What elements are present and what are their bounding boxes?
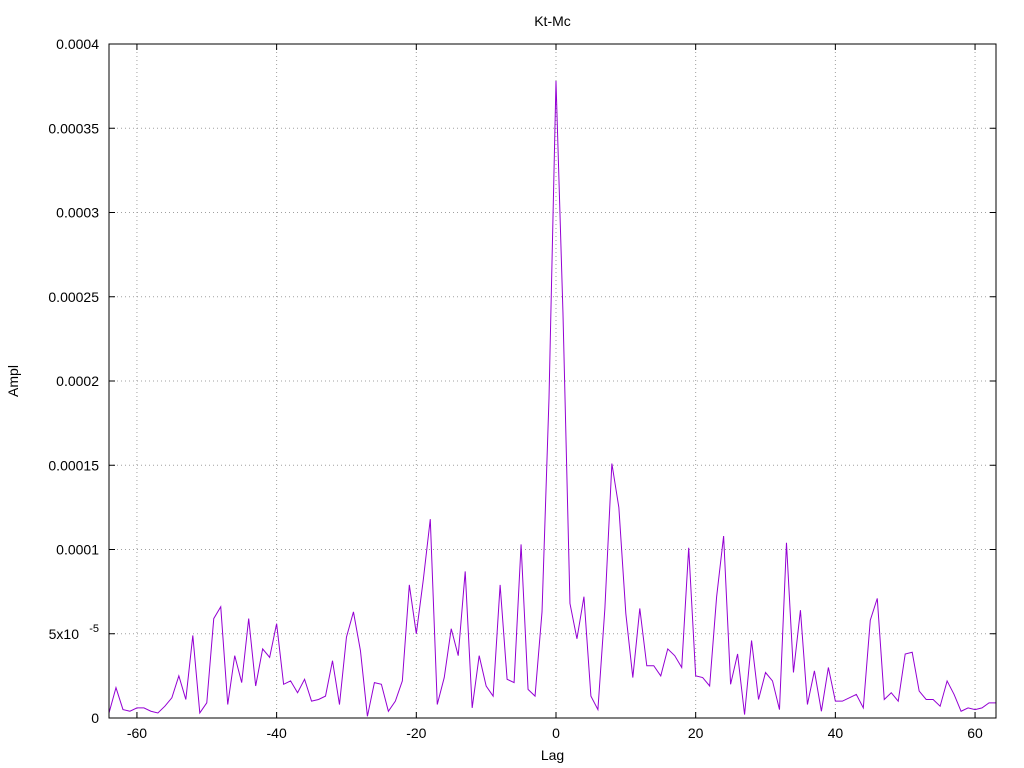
x-tick-label: -40 bbox=[267, 725, 287, 741]
y-tick-label: 0.0002 bbox=[56, 373, 99, 389]
grid bbox=[109, 44, 996, 718]
y-tick-label: 0.00035 bbox=[48, 120, 99, 136]
y-tick-label: 5x10 bbox=[49, 626, 80, 642]
plot-frame bbox=[108, 43, 997, 719]
tick-labels: -60 -40 -20 0 20 40 60 0 5x10 -5 0.0001 0.00015 0.00… bbox=[48, 36, 983, 741]
chart: -60 -40 -20 0 20 40 60 0 5x10 -5 0.0001 0.00015 0.00… bbox=[5, 13, 997, 763]
ticks bbox=[109, 43, 996, 719]
y-tick-label: 0 bbox=[91, 710, 99, 726]
series-layer bbox=[108, 81, 996, 717]
y-tick-exponent: -5 bbox=[89, 623, 99, 635]
series-line-0 bbox=[108, 81, 996, 717]
x-tick-label: -20 bbox=[406, 725, 426, 741]
x-tick-label: 20 bbox=[688, 725, 704, 741]
y-tick-label: 0.0004 bbox=[56, 36, 99, 52]
x-tick-label: 60 bbox=[967, 725, 983, 741]
y-tick-label: 0.00025 bbox=[48, 289, 99, 305]
x-tick-label: 40 bbox=[828, 725, 844, 741]
y-axis-title: Ampl bbox=[5, 365, 21, 397]
y-tick-label: 0.0001 bbox=[56, 542, 99, 558]
chart-title: Kt-Mc bbox=[534, 13, 571, 29]
x-tick-label: -60 bbox=[127, 725, 147, 741]
y-tick-label: 0.00015 bbox=[48, 457, 99, 473]
y-tick-label: 0.0003 bbox=[56, 205, 99, 221]
x-tick-label: 0 bbox=[552, 725, 560, 741]
x-axis-title: Lag bbox=[541, 747, 564, 763]
